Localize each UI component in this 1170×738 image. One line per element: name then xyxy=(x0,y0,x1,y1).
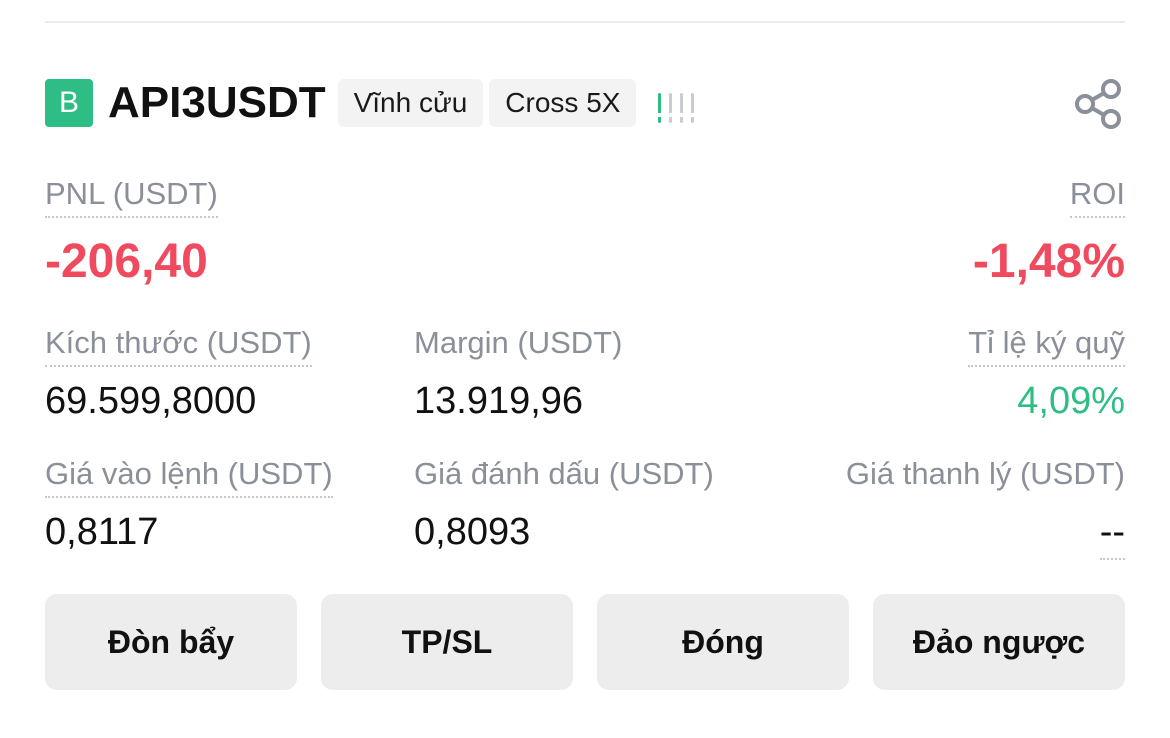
margin-mode-tag[interactable]: Cross 5X xyxy=(489,79,637,127)
margin-label: Margin (USDT) xyxy=(414,325,623,360)
pnl-label[interactable]: PNL (USDT) xyxy=(45,176,218,218)
entry-price-label[interactable]: Giá vào lệnh (USDT) xyxy=(45,456,333,498)
size-value: 69.599,8000 xyxy=(45,380,257,422)
mark-price-label: Giá đánh dấu (USDT) xyxy=(414,456,714,491)
liq-price-value[interactable]: -- xyxy=(1099,511,1125,560)
top-divider xyxy=(45,21,1125,23)
liq-price-label: Giá thanh lý (USDT) xyxy=(845,456,1125,491)
symbol-title[interactable]: API3USDT xyxy=(108,78,326,128)
side-badge: B xyxy=(45,79,93,127)
margin-ratio-value: 4,09% xyxy=(1017,380,1125,422)
leverage-button[interactable]: Đòn bẩy xyxy=(45,594,297,690)
reverse-position-button[interactable]: Đảo ngược xyxy=(873,594,1125,690)
roi-value: -1,48% xyxy=(972,235,1125,288)
pnl-value: -206,40 xyxy=(45,235,208,288)
roi-label[interactable]: ROI xyxy=(1069,176,1125,218)
signal-strength-icon xyxy=(658,83,695,123)
mark-price-value: 0,8093 xyxy=(414,511,531,553)
margin-value: 13.919,96 xyxy=(414,380,584,422)
close-position-button[interactable]: Đóng xyxy=(597,594,849,690)
contract-type-tag: Vĩnh cửu xyxy=(337,79,484,127)
share-icon[interactable] xyxy=(1073,78,1125,130)
tpsl-button[interactable]: TP/SL xyxy=(321,594,573,690)
entry-price-value: 0,8117 xyxy=(45,511,159,553)
position-header: B API3USDT Vĩnh cửu Cross 5X xyxy=(45,76,1125,130)
margin-ratio-label[interactable]: Tỉ lệ ký quỹ xyxy=(968,325,1125,367)
size-label[interactable]: Kích thước (USDT) xyxy=(45,325,312,367)
